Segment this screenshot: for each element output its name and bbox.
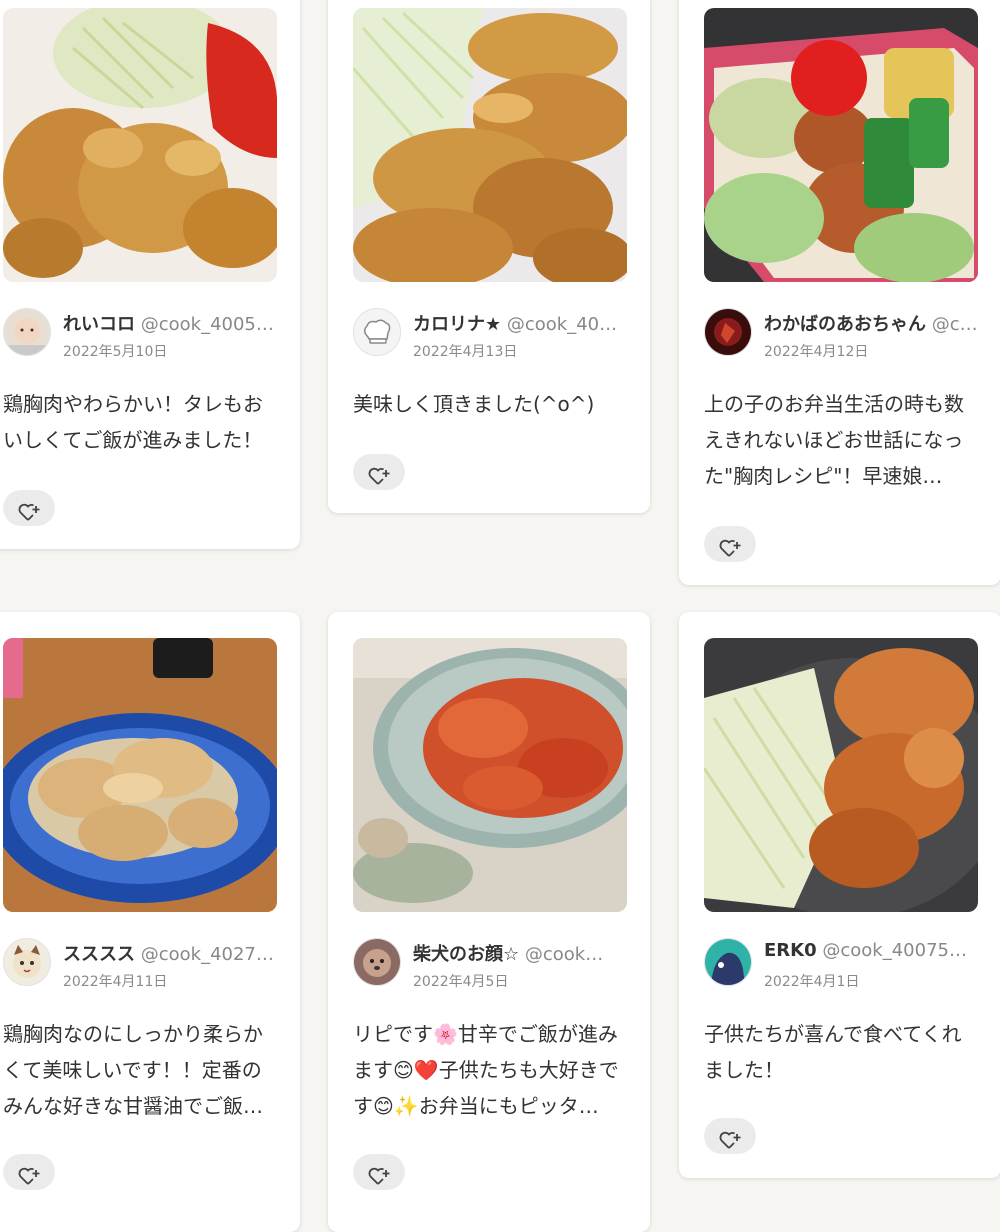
- food-photo[interactable]: [3, 638, 277, 912]
- food-photo[interactable]: [704, 638, 978, 912]
- user-name[interactable]: れいコロ: [63, 314, 135, 335]
- like-button[interactable]: [3, 490, 55, 526]
- recipe-report-card[interactable]: スススス @cook_4027… 2022年4月11日 鶏胸肉なのにしっかり柔ら…: [0, 612, 300, 1232]
- teal-avatar[interactable]: [704, 938, 752, 986]
- like-button[interactable]: [353, 1154, 405, 1190]
- user-row[interactable]: スススス @cook_4027… 2022年4月11日: [3, 936, 283, 990]
- food-photo[interactable]: [704, 8, 978, 282]
- post-date: 2022年4月5日: [413, 974, 509, 990]
- post-date: 2022年4月1日: [764, 974, 860, 990]
- user-name-line: カロリナ★ @cook_40…: [413, 310, 633, 336]
- user-handle: @cook…: [524, 944, 604, 965]
- dog-avatar[interactable]: [353, 938, 401, 986]
- heart-plus-icon: [719, 1131, 741, 1149]
- user-row[interactable]: わかばのあおちゃん @c… 2022年4月12日: [704, 306, 984, 360]
- like-button[interactable]: [704, 1118, 756, 1154]
- user-name-line: れいコロ @cook_4005…: [63, 310, 283, 336]
- user-name[interactable]: 柴犬のお顔☆: [413, 944, 519, 965]
- user-name[interactable]: カロリナ★: [413, 314, 501, 335]
- like-button[interactable]: [3, 1154, 55, 1190]
- user-name[interactable]: ERK0: [764, 940, 817, 961]
- user-row[interactable]: 柴犬のお顔☆ @cook… 2022年4月5日: [353, 936, 633, 990]
- user-handle: @cook_40…: [506, 314, 618, 335]
- user-handle: @cook_4027…: [140, 944, 274, 965]
- user-name[interactable]: わかばのあおちゃん: [764, 314, 926, 335]
- user-row[interactable]: れいコロ @cook_4005… 2022年5月10日: [3, 306, 283, 360]
- user-name-line: 柴犬のお顔☆ @cook…: [413, 940, 633, 966]
- heart-plus-icon: [719, 539, 741, 557]
- report-comment: リピです🌸甘辛でご飯が進みます😊❤️子供たちも大好きです😊✨お弁当にもピッタ…: [353, 1022, 619, 1118]
- baby-avatar[interactable]: [3, 308, 51, 356]
- food-photo[interactable]: [3, 8, 277, 282]
- heart-plus-icon: [368, 467, 390, 485]
- chef-hat-avatar[interactable]: [353, 308, 401, 356]
- user-name-line: わかばのあおちゃん @c…: [764, 310, 984, 336]
- report-comment: 上の子のお弁当生活の時も数えきれないほどお世話になった"胸肉レシピ"！早速娘…: [704, 392, 964, 488]
- recipe-report-card[interactable]: れいコロ @cook_4005… 2022年5月10日 鶏胸肉やわらかい！タレも…: [0, 0, 300, 549]
- heart-plus-icon: [18, 1167, 40, 1185]
- like-button[interactable]: [353, 454, 405, 490]
- user-handle: @cook_4005…: [140, 314, 274, 335]
- report-comment: 鶏胸肉やわらかい！タレもおいしくてご飯が進みました！: [3, 392, 263, 452]
- heart-plus-icon: [18, 503, 40, 521]
- user-row[interactable]: ERK0 @cook_40075… 2022年4月1日: [704, 936, 984, 990]
- post-date: 2022年5月10日: [63, 344, 168, 360]
- report-comment: 鶏胸肉なのにしっかり柔らかくて美味しいです！！定番のみんな好きな甘醤油でご飯進…: [3, 1022, 263, 1118]
- food-photo[interactable]: [353, 638, 627, 912]
- dark-red-avatar[interactable]: [704, 308, 752, 356]
- food-photo[interactable]: [353, 8, 627, 282]
- recipe-report-card[interactable]: ERK0 @cook_40075… 2022年4月1日 子供たちが喜んで食べてく…: [679, 612, 1000, 1178]
- cat-avatar[interactable]: [3, 938, 51, 986]
- recipe-report-card[interactable]: わかばのあおちゃん @c… 2022年4月12日 上の子のお弁当生活の時も数えき…: [679, 0, 1000, 585]
- recipe-report-card[interactable]: カロリナ★ @cook_40… 2022年4月13日 美味しく頂きました(^o^…: [328, 0, 650, 513]
- user-row[interactable]: カロリナ★ @cook_40… 2022年4月13日: [353, 306, 633, 360]
- post-date: 2022年4月11日: [63, 974, 168, 990]
- report-comment: 子供たちが喜んで食べてくれました！: [704, 1022, 962, 1082]
- user-handle: @c…: [931, 314, 978, 335]
- user-handle: @cook_40075…: [822, 940, 967, 961]
- user-name-line: スススス @cook_4027…: [63, 940, 283, 966]
- recipe-report-card[interactable]: 柴犬のお顔☆ @cook… 2022年4月5日 リピです🌸甘辛でご飯が進みます😊…: [328, 612, 650, 1232]
- report-comment: 美味しく頂きました(^o^): [353, 392, 595, 416]
- post-date: 2022年4月12日: [764, 344, 869, 360]
- user-name-line: ERK0 @cook_40075…: [764, 940, 984, 961]
- heart-plus-icon: [368, 1167, 390, 1185]
- user-name[interactable]: スススス: [63, 944, 135, 965]
- like-button[interactable]: [704, 526, 756, 562]
- post-date: 2022年4月13日: [413, 344, 518, 360]
